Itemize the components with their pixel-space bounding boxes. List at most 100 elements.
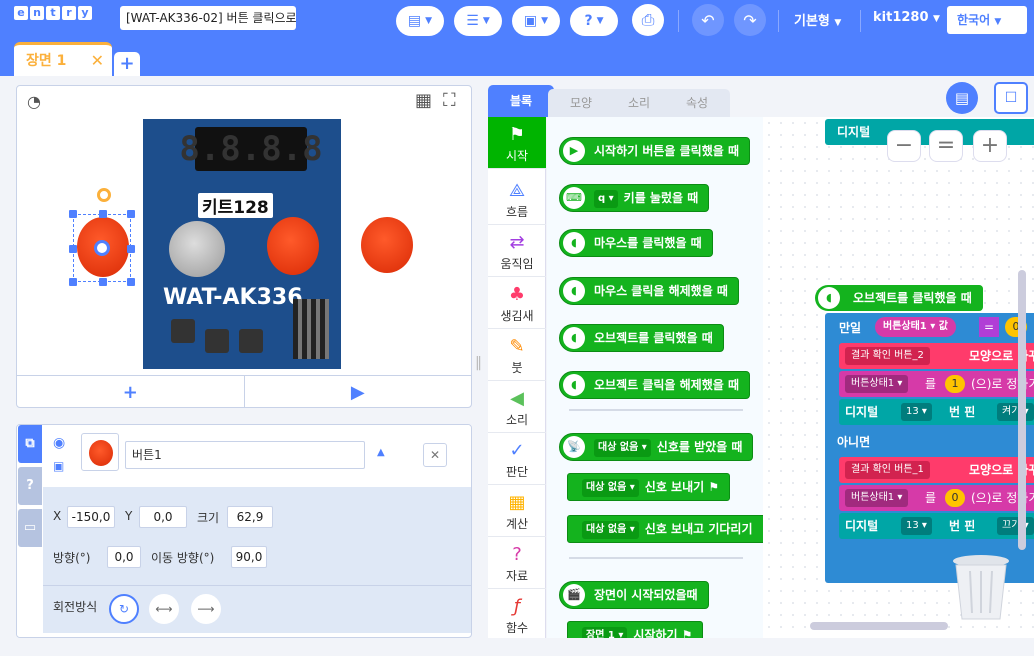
- entry-logo[interactable]: e n t r y: [14, 6, 92, 20]
- resize-handle[interactable]: [69, 245, 77, 253]
- code-block-set-var-1[interactable]: 버튼상태1 ▾ 를 1 (으)로 정하기: [839, 371, 1034, 397]
- file-menu-button[interactable]: ☰ ▼: [454, 6, 502, 36]
- category-function[interactable]: ƒ 함수: [488, 589, 546, 641]
- stage-canvas[interactable]: 8.8.8.8 키트128 WAT-AK336: [17, 119, 471, 375]
- panel-resize-handle[interactable]: ‖: [475, 355, 482, 371]
- eye-icon[interactable]: ◉: [53, 435, 65, 451]
- add-object-button[interactable]: +: [17, 376, 244, 408]
- block-storage-button[interactable]: ☐: [994, 82, 1028, 114]
- block-key-pressed[interactable]: ⌨ q ▾ 키를 눌렀을 때: [559, 184, 710, 212]
- button3-sprite[interactable]: [361, 217, 413, 273]
- category-start[interactable]: ⚑ 시작: [488, 117, 546, 169]
- block-mouse-clicked[interactable]: ◖ 마우스를 클릭했을 때: [559, 229, 713, 257]
- flow-icon: ⟁: [508, 180, 526, 201]
- if-else-block[interactable]: 만일 버튼상태1 ▾ 값 = 0 결과 확인 버튼_2 모양으로 바꾸기 버튼상…: [825, 313, 1034, 583]
- rotate-horizontal-button[interactable]: ⟷: [149, 594, 179, 624]
- help-menu-button[interactable]: ? ▼: [570, 6, 618, 36]
- block-send-signal-wait[interactable]: 대상 없음 ▾ 신호 보내고 기다리기: [567, 515, 763, 543]
- fullscreen-icon[interactable]: ⛶: [443, 90, 456, 111]
- center-point-handle[interactable]: [94, 240, 110, 256]
- speed-gauge-icon[interactable]: ◔: [27, 92, 41, 111]
- tab-sounds[interactable]: 소리: [606, 89, 672, 117]
- code-block-change-shape-1[interactable]: 결과 확인 버튼_1 모양으로 바꾸기: [839, 457, 1034, 483]
- resize-handle[interactable]: [69, 210, 77, 218]
- category-calc[interactable]: ▦ 계산: [488, 485, 546, 537]
- no-rotate-button[interactable]: ⟶: [191, 594, 221, 624]
- block-start-clicked[interactable]: ▶ 시작하기 버튼을 클릭했을 때: [559, 137, 751, 165]
- block-scene-started[interactable]: 🎬 장면이 시작되었을때: [559, 581, 709, 609]
- category-brush[interactable]: ✎ 붓: [488, 329, 546, 381]
- button2-sprite[interactable]: [267, 217, 319, 275]
- code-block-digital-off[interactable]: 디지털 13 ▾ 번 핀 끄기 ▾: [839, 513, 1034, 539]
- workspace-mode-menu[interactable]: 기본형 ▼: [794, 10, 841, 29]
- project-title-input[interactable]: [WAT-AK336-02] 버튼 클릭으로: [120, 6, 296, 30]
- save-menu-button[interactable]: ▣ ▼: [512, 6, 560, 36]
- x-input[interactable]: -150,0: [67, 506, 115, 528]
- code-vertical-scrollbar[interactable]: [1018, 270, 1026, 550]
- run-button[interactable]: ▶: [243, 376, 472, 408]
- mouse-icon: ◖: [563, 280, 585, 302]
- block-object-clicked[interactable]: ◖ 오브젝트를 클릭했을 때: [559, 324, 724, 352]
- object-name-input[interactable]: 버튼1: [125, 441, 365, 469]
- grid-icon[interactable]: ▦: [415, 90, 432, 111]
- category-sound[interactable]: ◀ 소리: [488, 381, 546, 433]
- gray-button-sprite[interactable]: [169, 221, 225, 277]
- lock-icon[interactable]: ▣: [53, 459, 64, 473]
- resize-handle[interactable]: [69, 278, 77, 286]
- add-scene-button[interactable]: +: [114, 52, 140, 76]
- block-mouse-released[interactable]: ◖ 마우스 클릭을 해제했을 때: [559, 277, 739, 305]
- mode-menu-button[interactable]: ▤ ▼: [396, 6, 444, 36]
- delete-object-button[interactable]: ✕: [423, 443, 447, 467]
- tab-shapes[interactable]: 모양: [548, 89, 614, 117]
- tab-properties[interactable]: 속성: [664, 89, 730, 117]
- equals-operator[interactable]: =: [979, 317, 999, 337]
- var-value-block[interactable]: 버튼상태1 ▾ 값: [875, 317, 956, 337]
- category-looks[interactable]: ♣ 생김새: [488, 277, 546, 329]
- close-icon[interactable]: ✕: [91, 45, 104, 77]
- code-block-set-var-0[interactable]: 버튼상태1 ▾ 를 0 (으)로 정하기: [839, 485, 1034, 511]
- zoom-out-button[interactable]: −: [887, 130, 921, 162]
- trash-can-icon[interactable]: [950, 553, 1012, 623]
- user-menu[interactable]: kit1280 ▼: [873, 10, 940, 25]
- category-flow[interactable]: ⟁ 흐름: [488, 173, 546, 225]
- stage-controls: + ▶: [17, 375, 471, 408]
- y-input[interactable]: 0,0: [139, 506, 187, 528]
- tab-blocks[interactable]: 블록: [488, 85, 554, 117]
- block-start-scene[interactable]: 장면 1 ▾ 시작하기 ⚑: [567, 621, 704, 638]
- selection-box[interactable]: [69, 210, 135, 286]
- event-object-clicked[interactable]: ◖ 오브젝트를 클릭했을 때: [815, 285, 983, 311]
- category-judge[interactable]: ✓ 판단: [488, 433, 546, 485]
- move-direction-input[interactable]: 90,0: [231, 546, 267, 568]
- code-horizontal-scrollbar[interactable]: [810, 622, 948, 630]
- code-block-digital-on[interactable]: 디지털 13 ▾ 번 핀 켜기 ▾: [839, 399, 1034, 425]
- block-signal-received[interactable]: 📡 대상 없음 ▾ 신호를 받았을 때: [559, 433, 754, 461]
- redo-button[interactable]: ↷: [734, 4, 766, 36]
- scene-tab[interactable]: 장면 1 ✕: [14, 42, 112, 76]
- console-tab[interactable]: ▭: [18, 509, 42, 547]
- help-tab[interactable]: ?: [18, 467, 42, 505]
- object-thumbnail[interactable]: [81, 433, 119, 471]
- chat-button[interactable]: ▤: [946, 82, 978, 114]
- resize-handle[interactable]: [127, 278, 135, 286]
- resize-handle[interactable]: [99, 278, 107, 286]
- rotate-free-button[interactable]: ↻: [109, 594, 139, 624]
- block-object-released[interactable]: ◖ 오브젝트 클릭을 해제했을 때: [559, 371, 751, 399]
- undo-button[interactable]: ↶: [692, 4, 724, 36]
- resize-handle[interactable]: [127, 210, 135, 218]
- collapse-arrow-icon[interactable]: ▲: [377, 447, 385, 458]
- category-motion[interactable]: ⇄ 움직임: [488, 225, 546, 277]
- zoom-reset-button[interactable]: =: [929, 130, 963, 162]
- block-send-signal[interactable]: 대상 없음 ▾ 신호 보내기 ⚑: [567, 473, 731, 501]
- resize-handle[interactable]: [99, 210, 107, 218]
- print-button[interactable]: ⎙: [632, 4, 664, 36]
- direction-input[interactable]: 0,0: [107, 546, 141, 568]
- zoom-in-button[interactable]: +: [973, 130, 1007, 162]
- resize-handle[interactable]: [127, 245, 135, 253]
- rotate-handle[interactable]: [97, 188, 111, 202]
- category-data[interactable]: ? 자료: [488, 537, 546, 589]
- code-block-change-shape-2[interactable]: 결과 확인 버튼_2 모양으로 바꾸기: [839, 343, 1034, 369]
- size-input[interactable]: 62,9: [227, 506, 273, 528]
- object-tab[interactable]: ⧉: [18, 425, 42, 463]
- redo-icon: ↷: [743, 10, 757, 30]
- language-select[interactable]: 한국어 ▼: [947, 6, 1027, 34]
